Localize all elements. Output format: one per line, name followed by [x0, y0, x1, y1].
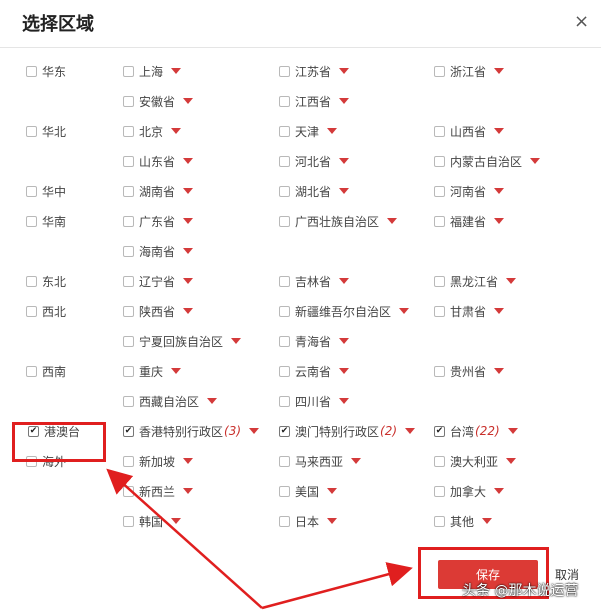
annotation-arrows	[106, 468, 413, 610]
watermark: 头条 @那木说运营	[462, 583, 579, 599]
annotation-arrow	[106, 468, 263, 609]
annotation-arrow	[261, 562, 413, 610]
